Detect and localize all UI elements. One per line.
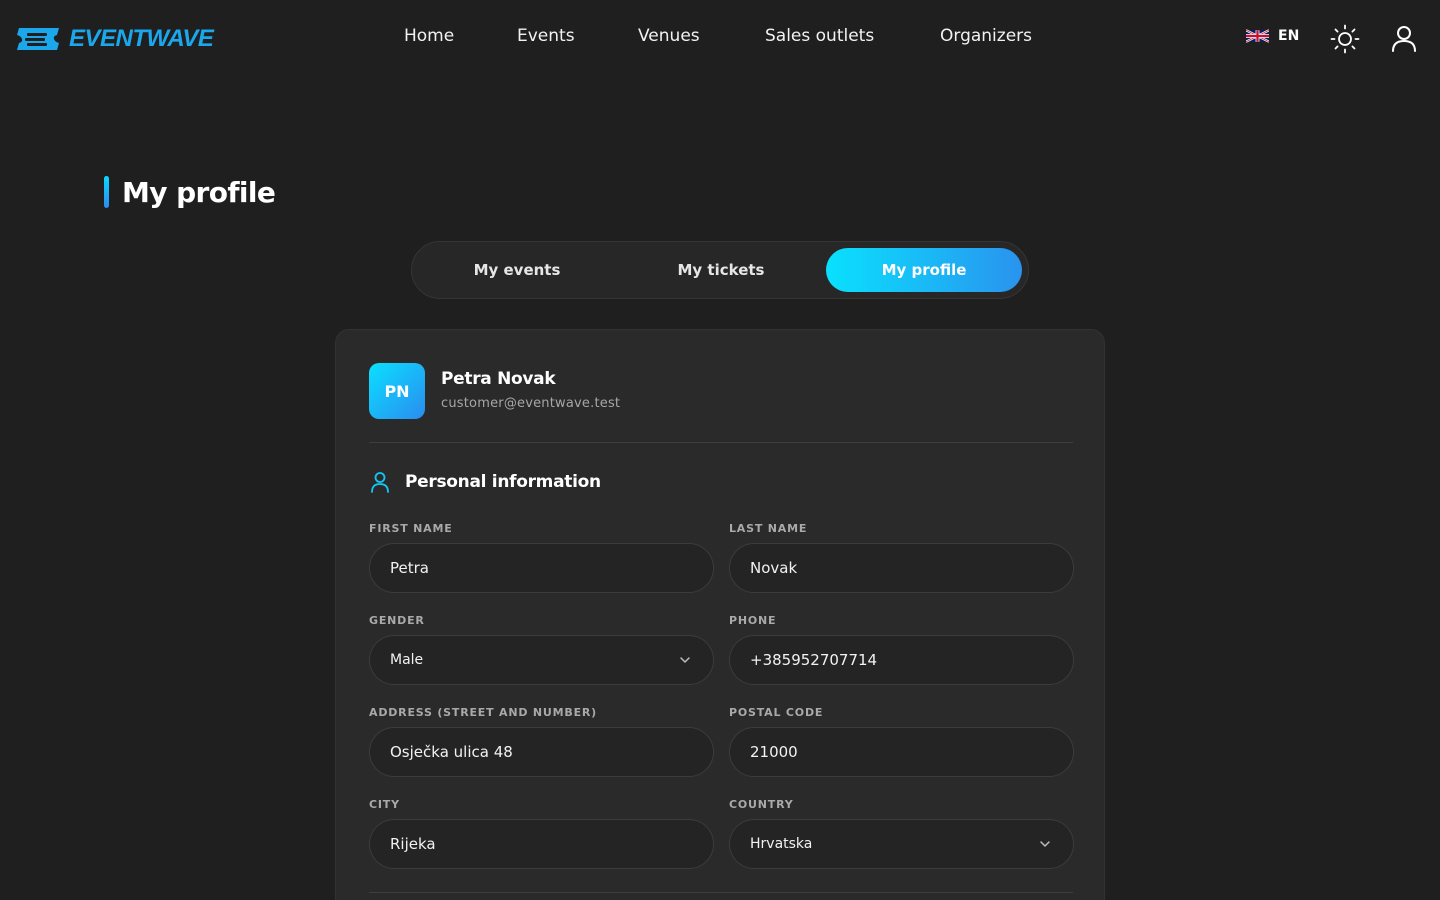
person-icon	[371, 472, 389, 493]
last-name-field[interactable]: Novak	[729, 543, 1074, 593]
user-name: Petra Novak	[441, 369, 556, 389]
address-label: Address (street and number)	[369, 706, 597, 719]
user-icon[interactable]	[1391, 25, 1417, 53]
avatar: PN	[369, 363, 425, 419]
tab-my-profile[interactable]: My profile	[826, 248, 1022, 292]
nav-events[interactable]: Events	[517, 26, 575, 46]
title-accent-bar	[104, 176, 109, 208]
tab-my-events[interactable]: My events	[419, 248, 615, 292]
nav-organizers[interactable]: Organizers	[940, 26, 1032, 46]
phone-field[interactable]: +385952707714	[729, 635, 1074, 685]
sun-icon[interactable]	[1330, 24, 1360, 54]
card-divider	[369, 442, 1073, 443]
city-field[interactable]: Rijeka	[369, 819, 714, 869]
first-name-field[interactable]: Petra	[369, 543, 714, 593]
user-email: customer@eventwave.test	[441, 396, 621, 411]
city-label: City	[369, 798, 400, 811]
page-title-block: My profile	[104, 175, 276, 209]
page-title: My profile	[122, 175, 276, 209]
country-value: Hrvatska	[750, 836, 813, 852]
language-switcher[interactable]: EN	[1246, 28, 1299, 44]
uk-flag-icon	[1246, 29, 1269, 43]
gender-select[interactable]: Male	[369, 635, 714, 685]
chevron-down-icon	[1040, 841, 1050, 848]
chevron-down-icon	[680, 657, 690, 664]
nav-sales-outlets[interactable]: Sales outlets	[765, 26, 874, 46]
top-header: EVENTWAVE Home Events Venues Sales outle…	[0, 0, 1440, 78]
country-select[interactable]: Hrvatska	[729, 819, 1074, 869]
language-code: EN	[1278, 28, 1300, 44]
country-label: Country	[729, 798, 794, 811]
profile-card: PN Petra Novak customer@eventwave.test P…	[335, 329, 1105, 900]
section-divider	[369, 892, 1073, 893]
address-field[interactable]: Osječka ulica 48	[369, 727, 714, 777]
gender-label: Gender	[369, 614, 425, 627]
main-nav: Home Events Venues Sales outlets Organiz…	[0, 26, 1440, 52]
nav-home[interactable]: Home	[404, 26, 454, 46]
profile-tabs: My events My tickets My profile	[411, 241, 1029, 299]
gender-value: Male	[390, 652, 424, 668]
personal-info-header: Personal information	[369, 470, 601, 494]
phone-label: Phone	[729, 614, 777, 627]
first-name-label: First name	[369, 522, 453, 535]
section-title: Personal information	[405, 472, 601, 492]
tab-my-tickets[interactable]: My tickets	[623, 248, 819, 292]
postal-code-label: Postal code	[729, 706, 824, 719]
nav-venues[interactable]: Venues	[638, 26, 700, 46]
postal-code-field[interactable]: 21000	[729, 727, 1074, 777]
last-name-label: Last name	[729, 522, 808, 535]
